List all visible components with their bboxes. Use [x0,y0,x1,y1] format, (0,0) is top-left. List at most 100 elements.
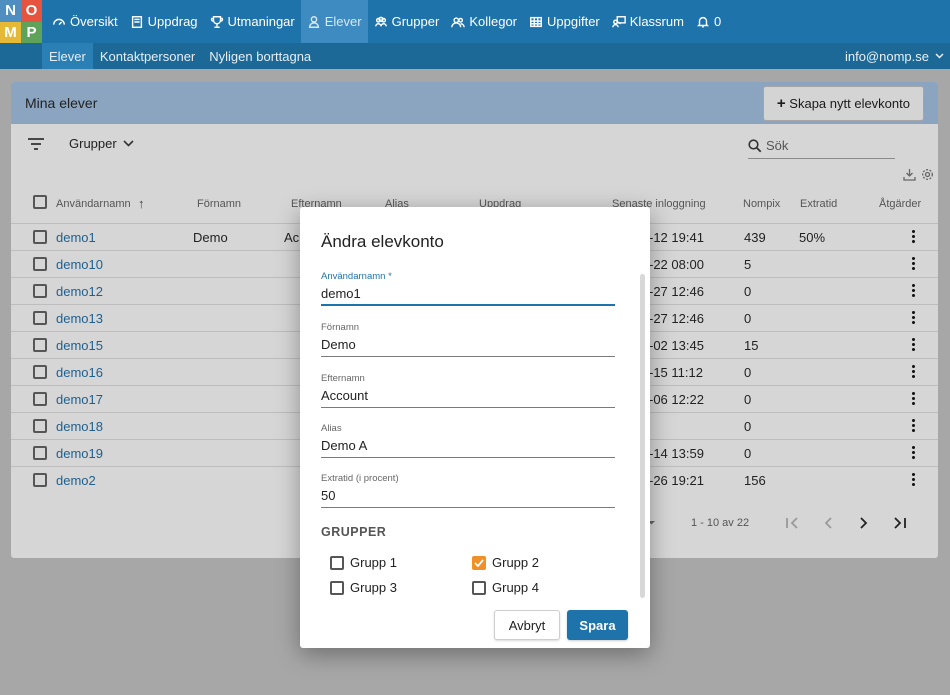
user-menu[interactable]: info@nomp.se [845,43,944,69]
groups-dropdown[interactable]: Grupper [69,136,134,151]
row-checkbox[interactable] [33,419,47,433]
username-link[interactable]: demo2 [56,473,96,488]
more-actions-icon[interactable] [912,230,916,244]
username-link[interactable]: demo19 [56,446,103,461]
cell-last: Ac [284,230,300,245]
search-input[interactable]: Sök [748,133,895,159]
more-actions-icon[interactable] [912,365,916,379]
subnav-kontaktpersoner[interactable]: Kontaktpersoner [93,43,202,69]
col-nompix[interactable]: Nompix [743,198,780,210]
alias-field[interactable]: Alias Demo A [321,423,615,458]
required-marker: * [388,271,392,282]
lastname-label: Efternamn [321,373,365,384]
row-checkbox[interactable] [33,230,47,244]
next-page-button[interactable] [854,513,874,533]
more-actions-icon[interactable] [912,311,916,325]
username-link[interactable]: demo17 [56,392,103,407]
filter-icon[interactable] [27,137,45,151]
nav-item-oversikt[interactable]: Översikt [46,0,124,43]
subnav-nyligen-borttagna[interactable]: Nyligen borttagna [202,43,318,69]
cancel-button[interactable]: Avbryt [494,610,560,640]
chevron-right-icon [860,517,868,529]
create-student-button[interactable]: + Skapa nytt elevkonto [762,85,924,121]
firstname-field[interactable]: Förnamn Demo [321,322,615,357]
more-actions-icon[interactable] [912,473,916,487]
group-checkbox-4[interactable]: Grupp 4 [472,580,539,595]
col-username[interactable]: Användarnamn [56,198,131,210]
extratime-input[interactable]: 50 [321,488,615,508]
card-header: Mina elever + Skapa nytt elevkonto [11,82,938,124]
more-actions-icon[interactable] [912,338,916,352]
nav-label: Elever [324,14,362,29]
more-actions-icon[interactable] [912,446,916,460]
extratime-field[interactable]: Extratid (i procent) 50 [321,473,615,508]
row-checkbox[interactable] [33,365,47,379]
username-field[interactable]: Användarnamn * demo1 [321,271,615,306]
subnav-elever[interactable]: Elever [42,43,93,69]
row-checkbox[interactable] [33,338,47,352]
more-actions-icon[interactable] [912,257,916,271]
username-input[interactable]: demo1 [321,286,615,306]
nav-item-uppdrag[interactable]: Uppdrag [124,0,204,43]
username-link[interactable]: demo18 [56,419,103,434]
username-link[interactable]: demo1 [56,230,96,245]
nav-item-kollegor[interactable]: Kollegor [445,0,523,43]
select-all-checkbox[interactable] [33,195,47,209]
prev-page-button[interactable] [818,513,838,533]
col-extratime[interactable]: Extratid [800,198,837,210]
checkbox-checked[interactable] [472,555,486,570]
cell-login: -22 08:00 [649,257,704,272]
user-icon [308,15,319,28]
nav-item-klassrum[interactable]: Klassrum [606,0,690,43]
row-checkbox[interactable] [33,473,47,487]
save-button[interactable]: Spara [567,610,628,640]
group-checkbox-3[interactable]: Grupp 3 [330,580,397,595]
checkbox[interactable] [472,580,486,595]
checkbox[interactable] [330,555,344,570]
alias-input[interactable]: Demo A [321,438,615,458]
more-actions-icon[interactable] [912,284,916,298]
group-checkbox-2[interactable]: Grupp 2 [472,555,539,570]
group-checkbox-1[interactable]: Grupp 1 [330,555,397,570]
more-actions-icon[interactable] [912,392,916,406]
row-checkbox[interactable] [33,257,47,271]
cell-login: -12 19:41 [649,230,704,245]
col-firstname[interactable]: Förnamn [197,198,241,210]
nav-item-elever[interactable]: Elever [300,0,368,43]
dialog-title: Ändra elevkonto [321,232,444,251]
cell-extra: 50% [799,230,826,245]
lastname-input[interactable]: Account [321,388,615,408]
classroom-icon [611,15,626,27]
username-link[interactable]: demo10 [56,257,103,272]
nav-item-uppgifter[interactable]: Uppgifter [523,0,606,43]
group-label: Grupp 4 [492,580,539,595]
groups-section-title: GRUPPER [321,525,387,539]
cell-nompix: 0 [744,419,752,434]
download-icon[interactable] [903,168,916,181]
row-checkbox[interactable] [33,311,47,325]
more-actions-icon[interactable] [912,419,916,433]
nav-item-utmaningar[interactable]: Utmaningar [204,0,301,43]
gear-icon[interactable] [921,168,934,181]
firstname-label: Förnamn [321,322,360,333]
firstname-input[interactable]: Demo [321,337,615,357]
row-checkbox[interactable] [33,392,47,406]
dialog-scrollbar[interactable] [640,274,645,598]
first-page-button[interactable] [783,513,803,533]
checkbox[interactable] [330,580,344,595]
row-checkbox[interactable] [33,446,47,460]
username-link[interactable]: demo15 [56,338,103,353]
chevron-down-icon [123,140,134,147]
row-checkbox[interactable] [33,284,47,298]
last-page-button[interactable] [889,513,909,533]
lastname-field[interactable]: Efternamn Account [321,373,615,408]
username-link[interactable]: demo13 [56,311,103,326]
username-link[interactable]: demo16 [56,365,103,380]
sort-arrow-up-icon[interactable]: ↑ [138,196,145,211]
username-link[interactable]: demo12 [56,284,103,299]
nav-item-grupper[interactable]: Grupper [368,0,446,43]
nomp-logo[interactable]: N O M P [0,0,42,43]
cell-nompix: 5 [744,257,752,272]
cell-login: -06 12:22 [649,392,704,407]
notifications[interactable]: 0 [690,0,727,43]
